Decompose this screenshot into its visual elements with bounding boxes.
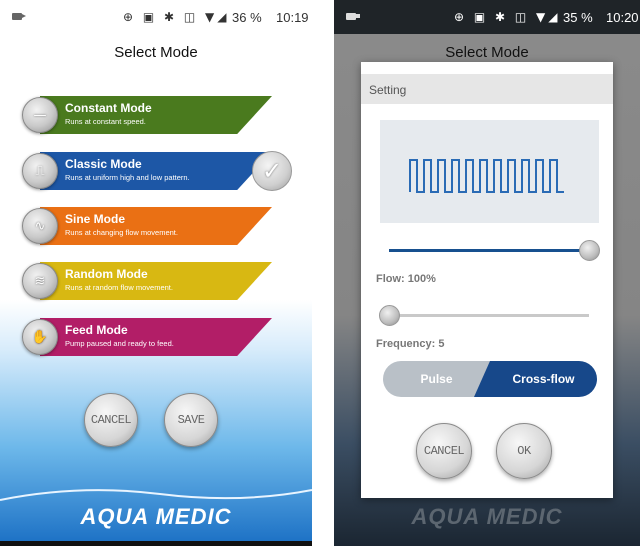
status-bar: ⊕ ▣ ✱ ◫ ▼◢ 36 % 10:19: [0, 0, 312, 34]
nav-strip: [0, 541, 312, 546]
page-title: Select Mode: [114, 44, 198, 61]
checkmark-icon: ✓: [252, 151, 292, 191]
toggle-option-cross-flow[interactable]: Cross-flow: [474, 361, 597, 397]
frequency-slider-track: [389, 314, 589, 317]
flow-slider[interactable]: [389, 240, 600, 261]
battery-text: 35 %: [563, 10, 593, 25]
frequency-slider[interactable]: [379, 305, 589, 326]
mode-name: Feed Mode: [65, 323, 128, 337]
clock: 10:20: [606, 10, 639, 25]
mode-item[interactable]: ≋ Random Mode Runs at random flow movement…: [20, 262, 275, 300]
square-wave-graphic: [409, 159, 564, 193]
square-wave-icon: ⎍: [22, 153, 58, 189]
flow-slider-fill: [389, 249, 589, 252]
battery-text: 36 %: [232, 10, 262, 25]
mode-item[interactable]: ⎍ Classic Mode Runs at uniform high and lo…: [20, 151, 292, 191]
mode-name: Random Mode: [65, 267, 148, 281]
cancel-button[interactable]: CANCEL: [84, 393, 138, 447]
feed-hand-icon: ✋: [22, 319, 58, 355]
flow-label: Flow: 100%: [376, 273, 436, 285]
mode-description: Runs at random flow movement.: [65, 283, 173, 292]
mode-item[interactable]: ∿ Sine Mode Runs at changing flow movement…: [20, 207, 275, 245]
status-icons: ⊕ ▣ ✱ ◫ ▼◢: [454, 10, 561, 24]
page-title: Select Mode: [445, 44, 529, 61]
mode-item[interactable]: ✋ Feed Mode Pump paused and ready to feed.: [20, 318, 275, 356]
mode-description: Runs at constant speed.: [65, 117, 146, 126]
brand-logo: AQUA MEDIC: [411, 504, 563, 529]
cancel-button[interactable]: CANCEL: [416, 423, 472, 479]
mode-toggle[interactable]: Pulse Cross-flow: [383, 361, 597, 397]
dialog-title: Setting: [361, 74, 613, 104]
status-bar: ⊕ ▣ ✱ ◫ ▼◢ 35 % 10:20: [334, 0, 640, 34]
frequency-label: Frequency: 5: [376, 338, 445, 350]
waveform-preview: [380, 120, 599, 223]
brand-logo: AQUA MEDIC: [80, 504, 232, 529]
flat-line-icon: —: [22, 97, 58, 133]
setting-dialog: Setting Flow: 100% Frequency: 5 Pulse Cr…: [361, 62, 613, 498]
mode-description: Runs at uniform high and low pattern.: [65, 173, 190, 182]
flow-slider-thumb[interactable]: [579, 240, 600, 261]
mode-name: Sine Mode: [65, 212, 126, 226]
clock: 10:19: [276, 10, 309, 25]
left-screen: ⊕ ▣ ✱ ◫ ▼◢ 36 % 10:19 Select Mode — Const…: [0, 0, 312, 546]
mode-name: Constant Mode: [65, 101, 152, 115]
random-wave-icon: ≋: [22, 263, 58, 299]
camera-icon: [346, 13, 360, 20]
mode-description: Runs at changing flow movement.: [65, 228, 178, 237]
mode-name: Classic Mode: [65, 157, 142, 171]
sine-wave-icon: ∿: [22, 208, 58, 244]
mode-description: Pump paused and ready to feed.: [65, 339, 174, 348]
save-button[interactable]: SAVE: [164, 393, 218, 447]
mode-item[interactable]: — Constant Mode Runs at constant speed.: [20, 96, 275, 134]
status-icons: ⊕ ▣ ✱ ◫ ▼◢: [123, 10, 230, 24]
camera-icon: [12, 13, 26, 20]
frequency-slider-thumb[interactable]: [379, 305, 400, 326]
ok-button[interactable]: OK: [496, 423, 552, 479]
right-screen: ⊕ ▣ ✱ ◫ ▼◢ 35 % 10:20 Select Mode AQUA M…: [334, 0, 640, 546]
